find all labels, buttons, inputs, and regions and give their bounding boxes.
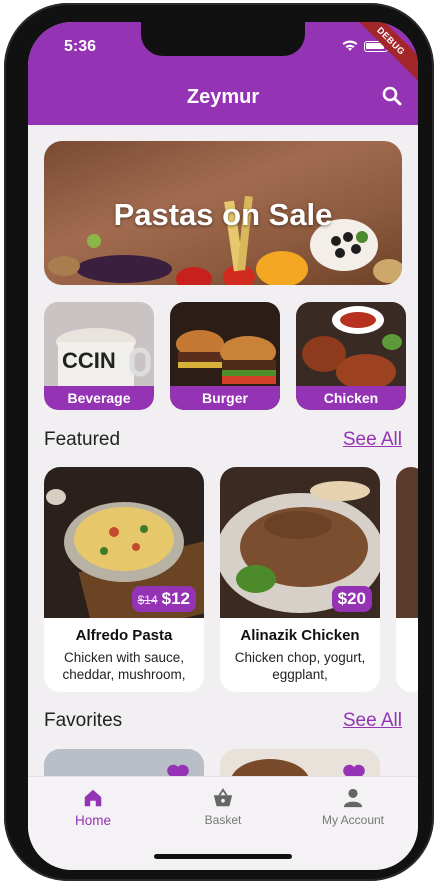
price: $12 <box>161 589 190 608</box>
basket-icon <box>213 788 233 807</box>
food-name: Alfredo Pasta <box>75 627 173 644</box>
price-badge: $20 <box>331 586 372 612</box>
food-name: Alinazik Chicken <box>240 627 360 644</box>
page-title: Zeymur <box>186 86 260 108</box>
category-beverage[interactable]: CCIN Beverage <box>44 302 154 410</box>
food-description: Chicken with sauce, cheddar, mushroom, <box>62 650 186 682</box>
nav-basket[interactable]: Basket <box>168 787 278 827</box>
search-icon[interactable] <box>380 84 404 108</box>
food-image: $14 $12 <box>44 467 204 618</box>
phone-frame: 5:36 DEBUG Zeymur Pastas on Sale CCIN Be… <box>4 3 434 881</box>
favorites-title: Favorites <box>44 710 123 731</box>
food-card-alfredo-pasta[interactable]: $14 $12 Alfredo Pasta Chicken with sauce… <box>44 467 204 692</box>
category-label: Chicken <box>296 386 406 410</box>
category-burger[interactable]: Burger <box>170 302 280 410</box>
status-time: 5:36 <box>64 38 97 55</box>
svg-text:CCIN: CCIN <box>62 348 116 373</box>
person-icon <box>343 788 363 808</box>
nav-my-account[interactable]: My Account <box>298 787 408 827</box>
nav-label: My Account <box>321 813 385 827</box>
app-bar: 5:36 DEBUG Zeymur <box>28 22 418 125</box>
nav-home[interactable]: Home <box>38 787 148 828</box>
food-image <box>396 467 418 618</box>
food-description: Chicken chop, yogurt, eggplant, <box>234 650 366 682</box>
food-card-alinazik-chicken[interactable]: $20 Alinazik Chicken Chicken chop, yogur… <box>220 467 380 692</box>
featured-see-all-link[interactable]: See All <box>343 429 402 451</box>
favorites-see-all-link[interactable]: See All <box>343 710 402 732</box>
featured-title: Featured <box>44 429 121 450</box>
home-indicator <box>154 854 292 859</box>
debug-banner: DEBUG <box>345 22 418 87</box>
banner-title: Pastas on Sale <box>113 197 333 232</box>
old-price: $14 <box>137 593 158 607</box>
app-screen: 5:36 DEBUG Zeymur Pastas on Sale CCIN Be… <box>28 22 418 870</box>
sale-banner[interactable]: Pastas on Sale <box>44 141 402 285</box>
wifi-icon <box>342 40 358 51</box>
food-card-partial[interactable] <box>396 467 418 692</box>
price-badge: $14 $12 <box>131 586 196 612</box>
category-label: Beverage <box>44 386 154 410</box>
food-image: $20 <box>220 467 380 618</box>
notch <box>141 22 305 56</box>
home-icon <box>84 789 102 807</box>
nav-label: Home <box>74 813 111 828</box>
nav-label: Basket <box>204 813 242 827</box>
price: $20 <box>337 589 366 608</box>
category-label: Burger <box>170 386 280 410</box>
category-chicken[interactable]: Chicken <box>296 302 406 410</box>
